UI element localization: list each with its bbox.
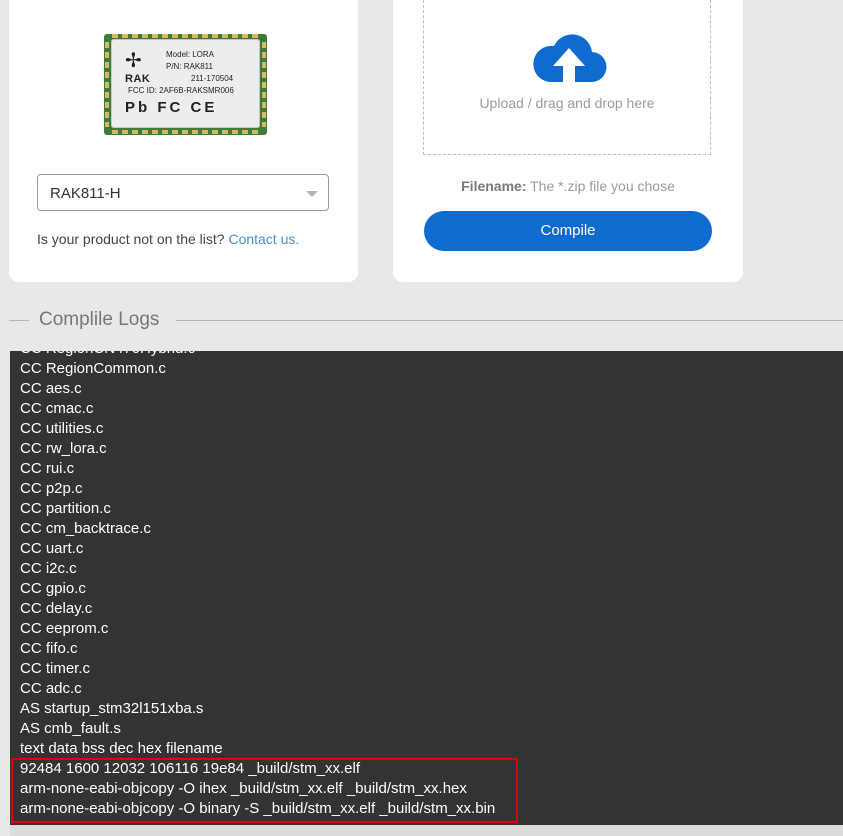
log-line: arm-none-eabi-objcopy -O binary -S _buil… — [20, 800, 496, 817]
filename-line: Filename: The *.zip file you chose — [393, 178, 743, 194]
cloud-upload-icon — [533, 34, 607, 83]
upload-dropzone[interactable]: Upload / drag and drop here — [423, 0, 711, 155]
filename-value: The *.zip file you chose — [530, 178, 675, 194]
product-select-value: RAK811-H — [50, 185, 121, 202]
scrollbar-track[interactable] — [10, 825, 843, 836]
product-select[interactable]: RAK811-H — [37, 174, 329, 211]
upload-instructions: Upload / drag and drop here — [479, 95, 655, 111]
log-line: CC cm_backtrace.c — [20, 520, 151, 537]
log-line: 92484 1600 12032 106116 19e84 _build/stm… — [20, 760, 360, 777]
log-lines: CC RegionCN470Hybrid.cCC RegionCommon.c C… — [20, 351, 495, 819]
module-pn: P/N: RAK811 — [166, 62, 213, 71]
compile-log-terminal[interactable]: CC RegionCN470Hybrid.cCC RegionCommon.c C… — [10, 351, 843, 825]
filename-label: Filename: — [461, 178, 527, 194]
log-line: CC adc.c — [20, 680, 82, 697]
logs-divider-left — [9, 320, 29, 321]
logs-title: Complile Logs — [39, 309, 160, 330]
upload-card: Upload / drag and drop here Filename: Th… — [393, 0, 743, 282]
module-fcc-id: FCC ID: 2AF6B-RAKSMR006 — [128, 86, 234, 95]
chevron-down-icon[interactable] — [306, 191, 318, 197]
log-line: arm-none-eabi-objcopy -O ihex _build/stm… — [20, 780, 467, 797]
log-line: CC RegionCN470Hybrid.c — [20, 351, 495, 359]
log-line: CC rw_lora.c — [20, 440, 107, 457]
logs-divider-right — [176, 320, 843, 321]
log-line: CC utilities.c — [20, 420, 104, 437]
log-line: CC RegionCommon.c — [20, 360, 166, 377]
log-line: CC eeprom.c — [20, 620, 109, 637]
log-line: CC p2p.c — [20, 480, 83, 497]
log-line: text data bss dec hex filename — [20, 740, 223, 757]
not-listed-text: Is your product not on the list? Contact… — [37, 231, 299, 247]
log-line: CC cmac.c — [20, 400, 94, 417]
not-listed-label: Is your product not on the list? — [37, 231, 225, 247]
log-line: AS cmb_fault.s — [20, 720, 121, 737]
module-cert-marks: Pb FC CE — [125, 99, 218, 116]
compile-button[interactable]: Compile — [424, 211, 712, 251]
module-brand: RAK — [125, 73, 151, 85]
module-image: ✢ RAK Model: LORA P/N: RAK811 211-170504… — [104, 34, 267, 135]
log-line: AS startup_stm32l151xba.s — [20, 700, 204, 717]
log-line: CC rui.c — [20, 460, 75, 477]
product-card: ✢ RAK Model: LORA P/N: RAK811 211-170504… — [9, 0, 358, 282]
contact-us-link[interactable]: Contact us. — [228, 231, 299, 247]
log-line: CC gpio.c — [20, 580, 86, 597]
log-line: CC partition.c — [20, 500, 111, 517]
log-line: CC timer.c — [20, 660, 91, 677]
log-line: CC uart.c — [20, 540, 84, 557]
log-line: CC aes.c — [20, 380, 82, 397]
module-model: Model: LORA — [166, 50, 215, 59]
fan-logo-icon: ✢ — [125, 50, 142, 72]
log-line: CC delay.c — [20, 600, 93, 617]
module-cert-id: 211-170504 — [191, 74, 234, 83]
log-line: CC i2c.c — [20, 560, 77, 577]
log-line: CC fifo.c — [20, 640, 78, 657]
